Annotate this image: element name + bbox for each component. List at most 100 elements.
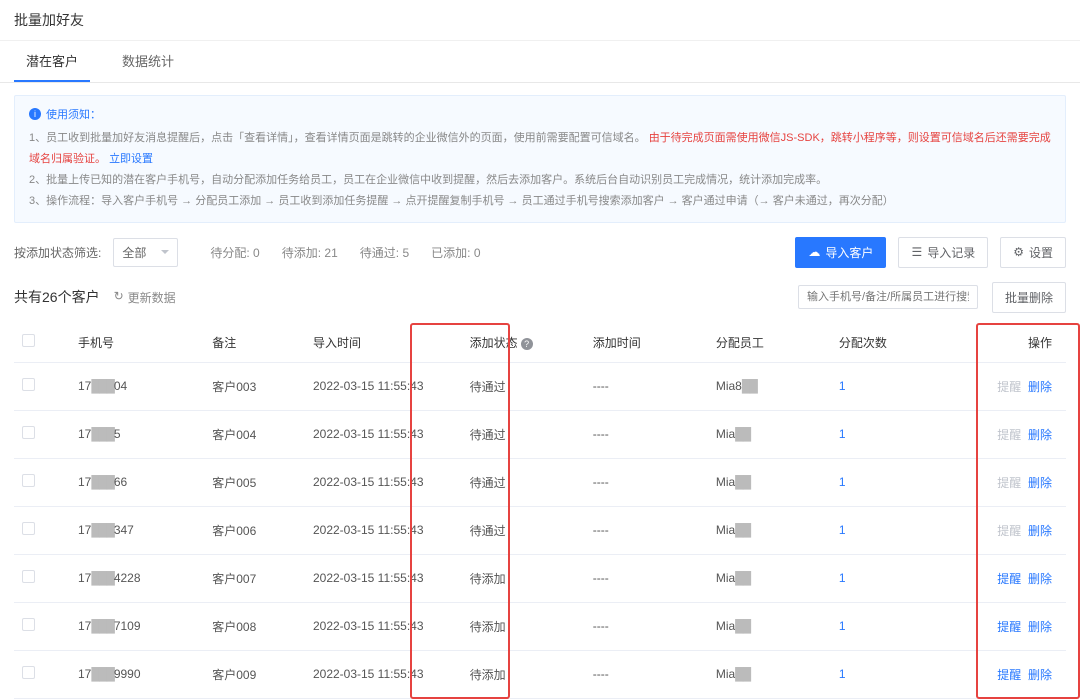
customers-table: 手机号 备注 导入时间 添加状态? 添加时间 分配员工 分配次数 操作 17██…: [14, 323, 1066, 699]
cell-add-time: ----: [585, 506, 708, 554]
col-assign-count: 分配次数: [831, 323, 932, 363]
help-icon[interactable]: ?: [521, 338, 533, 350]
row-checkbox[interactable]: [22, 474, 35, 487]
row-delete-button[interactable]: 删除: [1028, 380, 1052, 394]
row-delete-button[interactable]: 删除: [1028, 476, 1052, 490]
cell-phone: 17███7109: [70, 602, 204, 650]
row-checkbox[interactable]: [22, 378, 35, 391]
row-checkbox[interactable]: [22, 618, 35, 631]
col-phone: 手机号: [70, 323, 204, 363]
cell-add-time: ----: [585, 650, 708, 698]
table-row: 17███7109 客户008 2022-03-15 11:55:43 待添加 …: [14, 602, 1066, 650]
refresh-icon: ↻: [114, 289, 124, 306]
cell-import-time: 2022-03-15 11:55:43: [305, 554, 462, 602]
cell-import-time: 2022-03-15 11:55:43: [305, 602, 462, 650]
tabs-bar: 潜在客户 数据统计: [0, 41, 1080, 83]
cell-assign-count[interactable]: 1: [831, 554, 932, 602]
cell-assign-count[interactable]: 1: [831, 650, 932, 698]
row-checkbox[interactable]: [22, 522, 35, 535]
import-records-button[interactable]: ☰ 导入记录: [898, 237, 988, 268]
notice-line1a: 1、员工收到批量加好友消息提醒后，点击「查看详情」，查看详情页面是跳转的企业微信…: [29, 132, 646, 144]
notice-title-text: 使用须知：: [46, 106, 101, 122]
cell-assignee: Mia██: [708, 602, 831, 650]
row-remind-button[interactable]: 提醒: [997, 476, 1021, 490]
table-row: 17███347 客户006 2022-03-15 11:55:43 待通过 -…: [14, 506, 1066, 554]
cell-add-status: 待通过: [462, 458, 585, 506]
row-delete-button[interactable]: 删除: [1028, 572, 1052, 586]
row-checkbox[interactable]: [22, 570, 35, 583]
cell-assign-count[interactable]: 1: [831, 506, 932, 554]
cell-add-time: ----: [585, 554, 708, 602]
row-delete-button[interactable]: 删除: [1028, 524, 1052, 538]
col-remark: 备注: [204, 323, 305, 363]
cell-assignee: Mia██: [708, 410, 831, 458]
notice-line3: 3、操作流程：导入客户手机号 → 分配员工添加 → 员工收到添加任务提醒 → 点…: [29, 191, 1051, 212]
stat-value: 0: [474, 246, 481, 260]
cell-import-time: 2022-03-15 11:55:43: [305, 410, 462, 458]
cell-import-time: 2022-03-15 11:55:43: [305, 650, 462, 698]
import-customers-button[interactable]: ☁ 导入客户: [795, 237, 886, 268]
row-remind-button[interactable]: 提醒: [997, 428, 1021, 442]
stat-value: 0: [253, 246, 260, 260]
summary-bar: 共有26个客户 ↻ 更新数据 批量删除: [0, 282, 1080, 323]
stat-label: 待添加:: [282, 246, 321, 260]
row-delete-button[interactable]: 删除: [1028, 620, 1052, 634]
cell-remark: 客户004: [204, 410, 305, 458]
row-remind-button[interactable]: 提醒: [997, 524, 1021, 538]
cell-assignee: Mia██: [708, 554, 831, 602]
cell-phone: 17███347: [70, 506, 204, 554]
select-all-checkbox[interactable]: [22, 334, 35, 347]
tab-data-stats[interactable]: 数据统计: [110, 41, 186, 82]
table-row: 17███04 客户003 2022-03-15 11:55:43 待通过 --…: [14, 362, 1066, 410]
refresh-data-button[interactable]: ↻ 更新数据: [114, 289, 176, 306]
status-stats: 待分配: 0 待添加: 21 待通过: 5 已添加: 0: [210, 244, 783, 261]
cell-add-status: 待通过: [462, 362, 585, 410]
settings-label: 设置: [1029, 244, 1053, 261]
refresh-label: 更新数据: [128, 289, 176, 306]
cell-add-time: ----: [585, 362, 708, 410]
cell-assignee: Mia██: [708, 506, 831, 554]
row-remind-button[interactable]: 提醒: [997, 572, 1021, 586]
col-assignee: 分配员工: [708, 323, 831, 363]
cloud-import-icon: ☁: [808, 246, 820, 258]
status-filter-select[interactable]: 全部: [113, 238, 178, 267]
row-checkbox[interactable]: [22, 666, 35, 679]
row-remind-button[interactable]: 提醒: [997, 668, 1021, 682]
row-delete-button[interactable]: 删除: [1028, 428, 1052, 442]
status-filter-value: 全部: [122, 244, 146, 261]
cell-remark: 客户007: [204, 554, 305, 602]
row-remind-button[interactable]: 提醒: [997, 380, 1021, 394]
cell-assign-count[interactable]: 1: [831, 602, 932, 650]
stat-value: 5: [402, 246, 409, 260]
chevron-down-icon: [161, 250, 169, 254]
settings-button[interactable]: ⚙ 设置: [1000, 237, 1066, 268]
cell-remark: 客户003: [204, 362, 305, 410]
cell-import-time: 2022-03-15 11:55:43: [305, 362, 462, 410]
cell-assign-count[interactable]: 1: [831, 362, 932, 410]
notice-setup-link[interactable]: 立即设置: [109, 153, 153, 165]
usage-notice: i 使用须知： 1、员工收到批量加好友消息提醒后，点击「查看详情」，查看详情页面…: [14, 95, 1066, 223]
cell-assign-count[interactable]: 1: [831, 410, 932, 458]
search-input[interactable]: [798, 285, 978, 309]
cell-phone: 17███66: [70, 458, 204, 506]
table-container: 手机号 备注 导入时间 添加状态? 添加时间 分配员工 分配次数 操作 17██…: [0, 323, 1080, 699]
info-icon: i: [29, 108, 41, 120]
tab-potential-customers[interactable]: 潜在客户: [14, 41, 90, 82]
row-remind-button[interactable]: 提醒: [997, 620, 1021, 634]
row-delete-button[interactable]: 删除: [1028, 668, 1052, 682]
cell-remark: 客户009: [204, 650, 305, 698]
cell-phone: 17███04: [70, 362, 204, 410]
cell-assign-count[interactable]: 1: [831, 458, 932, 506]
cell-assignee: Mia██: [708, 650, 831, 698]
cell-add-status: 待添加: [462, 602, 585, 650]
filter-label: 按添加状态筛选:: [14, 244, 101, 261]
row-checkbox[interactable]: [22, 426, 35, 439]
cell-add-status: 待添加: [462, 650, 585, 698]
bulk-delete-button[interactable]: 批量删除: [992, 282, 1066, 313]
notice-line2: 2、批量上传已知的潜在客户手机号，自动分配添加任务给员工，员工在企业微信中收到提…: [29, 170, 1051, 191]
table-row: 17███5 客户004 2022-03-15 11:55:43 待通过 ---…: [14, 410, 1066, 458]
cell-phone: 17███9990: [70, 650, 204, 698]
customer-count: 共有26个客户: [14, 287, 100, 307]
cell-assignee: Mia██: [708, 458, 831, 506]
table-row: 17███66 客户005 2022-03-15 11:55:43 待通过 --…: [14, 458, 1066, 506]
